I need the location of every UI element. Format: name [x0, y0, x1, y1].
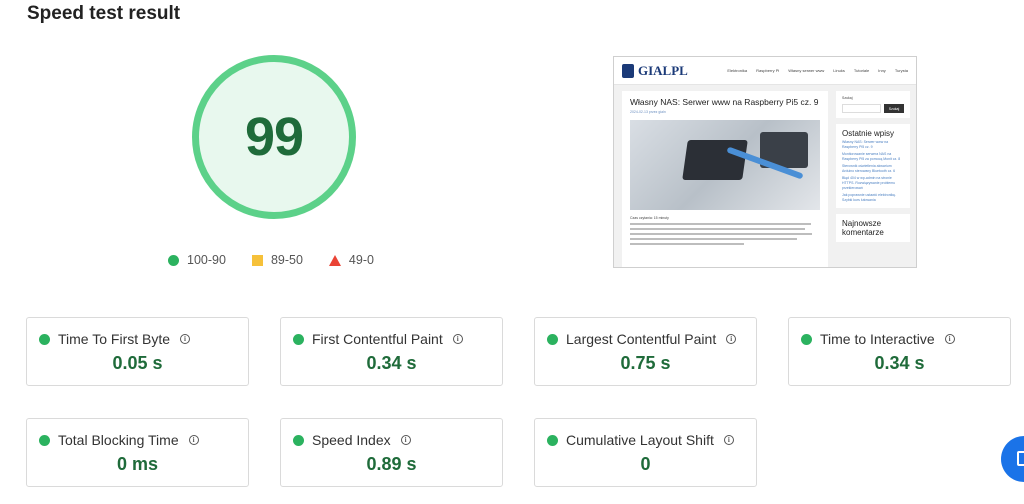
green-circle-icon — [168, 254, 179, 266]
page-title: Speed test result — [27, 3, 181, 24]
text-line — [630, 243, 744, 245]
metric-card-ttfb: Time To First Byte i 0.05 s — [26, 317, 249, 386]
text-line — [630, 233, 813, 235]
preview-logo: GIALPL — [622, 63, 688, 79]
preview-menu-item: Turysta — [894, 68, 908, 73]
metric-card-tti: Time to Interactive i 0.34 s — [788, 317, 1011, 386]
preview-menu: Elektronika Raspberry Pi Własny serwer w… — [727, 68, 908, 73]
preview-menu-item: Własny serwer www — [788, 68, 825, 73]
metric-label: Largest Contentful Paint — [566, 331, 717, 347]
preview-recent-link: Monitorowanie serwera NAS na Raspberry P… — [842, 152, 901, 161]
status-good-icon — [547, 434, 558, 446]
metric-card-speed-index: Speed Index i 0.89 s — [280, 418, 503, 487]
status-good-icon — [39, 434, 50, 446]
info-icon[interactable]: i — [944, 334, 955, 344]
metric-value: 0.34 s — [366, 353, 417, 373]
metric-label: Speed Index — [312, 432, 391, 448]
metric-label: Time To First Byte — [58, 331, 171, 347]
preview-reading-time: Czas czytania: 15 minuty — [630, 216, 669, 220]
preview-recent-link: Jak poprawnie ustawić elektronikę. Szybk… — [842, 193, 897, 202]
performance-score: 99 — [244, 107, 304, 167]
text-line — [630, 228, 805, 230]
metric-label: Time to Interactive — [820, 331, 935, 347]
legend-poor-label: 49-0 — [348, 253, 374, 267]
preview-recent-widget: Ostatnie wpisy Własny NAS: Serwer www na… — [836, 124, 910, 208]
status-good-icon — [293, 434, 304, 446]
preview-post-image — [630, 120, 820, 210]
logo-icon — [622, 63, 634, 78]
preview-search-input — [842, 104, 881, 113]
preview-sidebar: Szukaj Szukaj Ostatnie wpisy Własny NAS:… — [836, 91, 910, 248]
metric-label: Cumulative Layout Shift — [566, 432, 714, 448]
preview-menu-item: Elektronika — [727, 68, 748, 73]
preview-post-text: Czas czytania: 15 minuty — [630, 216, 820, 245]
metric-value: 0.89 s — [366, 454, 417, 474]
red-triangle-icon — [328, 254, 341, 266]
metric-card-lcp: Largest Contentful Paint i 0.75 s — [534, 317, 757, 386]
legend-poor: 49-0 — [328, 253, 374, 267]
status-good-icon — [39, 333, 50, 345]
metric-value: 0.34 s — [874, 353, 925, 373]
performance-score-gauge: 99 — [192, 55, 356, 219]
preview-menu-item: Raspberry Pi — [756, 68, 780, 73]
text-line — [630, 223, 811, 225]
score-legend: 100-90 89-50 49-0 — [168, 253, 374, 267]
preview-logo-text: GIALPL — [638, 62, 688, 78]
preview-search-widget: Szukaj Szukaj — [836, 91, 910, 118]
metric-label: Total Blocking Time — [58, 432, 179, 448]
device-shape — [682, 140, 748, 180]
legend-good: 100-90 — [168, 253, 226, 267]
legend-average: 89-50 — [251, 253, 303, 267]
info-icon[interactable]: i — [726, 334, 737, 344]
legend-average-label: 89-50 — [270, 253, 303, 267]
metric-value: 0 — [640, 454, 651, 474]
metric-card-tbt: Total Blocking Time i 0 ms — [26, 418, 249, 487]
metric-value: 0.05 s — [112, 353, 163, 373]
status-good-icon — [801, 333, 812, 345]
metric-card-fcp: First Contentful Paint i 0.34 s — [280, 317, 503, 386]
info-icon[interactable]: i — [188, 435, 199, 445]
preview-recent-title: Ostatnie wpisy — [842, 129, 895, 138]
page-screenshot-preview: GIALPL Elektronika Raspberry Pi Własny s… — [613, 56, 917, 268]
preview-navbar: GIALPL Elektronika Raspberry Pi Własny s… — [614, 57, 916, 85]
preview-search-label: Szukaj — [842, 96, 853, 100]
legend-good-label: 100-90 — [187, 253, 226, 267]
info-icon[interactable]: i — [180, 334, 191, 344]
preview-search-button: Szukaj — [884, 104, 904, 113]
metric-card-cls: Cumulative Layout Shift i 0 — [534, 418, 757, 487]
metric-value: 0 ms — [116, 454, 159, 474]
text-line — [630, 238, 798, 240]
preview-post-title: Własny NAS: Serwer www na Raspberry Pi5 … — [630, 97, 819, 107]
preview-menu-item: Inny — [878, 68, 886, 73]
status-good-icon — [293, 333, 304, 345]
preview-menu-item: Linuks — [833, 68, 845, 73]
preview-recent-link: Błąd 404 w wp-admin na stronie HTTPS. Ro… — [842, 176, 896, 190]
chat-widget-button[interactable] — [1001, 436, 1024, 482]
status-good-icon — [547, 333, 558, 345]
orange-square-icon — [251, 254, 263, 266]
preview-recent-link: Własny NAS: Serwer www na Raspberry Pi5 … — [842, 140, 889, 149]
info-icon[interactable]: i — [400, 435, 411, 445]
chat-icon — [1017, 451, 1024, 466]
preview-comments-title: Najnowsze komentarze — [842, 219, 884, 237]
preview-article: Własny NAS: Serwer www na Raspberry Pi5 … — [622, 91, 828, 267]
info-icon[interactable]: i — [723, 435, 734, 445]
preview-post-meta: 2024-02-13 przez gialn — [630, 110, 666, 114]
preview-recent-link: Sterownik oświetlenia akwarium Arduino s… — [842, 164, 896, 173]
preview-comments-widget: Najnowsze komentarze — [836, 214, 910, 242]
metric-label: First Contentful Paint — [312, 331, 443, 347]
metric-value: 0.75 s — [620, 353, 671, 373]
info-icon[interactable]: i — [452, 334, 463, 344]
preview-menu-item: Tutoriale — [853, 68, 870, 73]
